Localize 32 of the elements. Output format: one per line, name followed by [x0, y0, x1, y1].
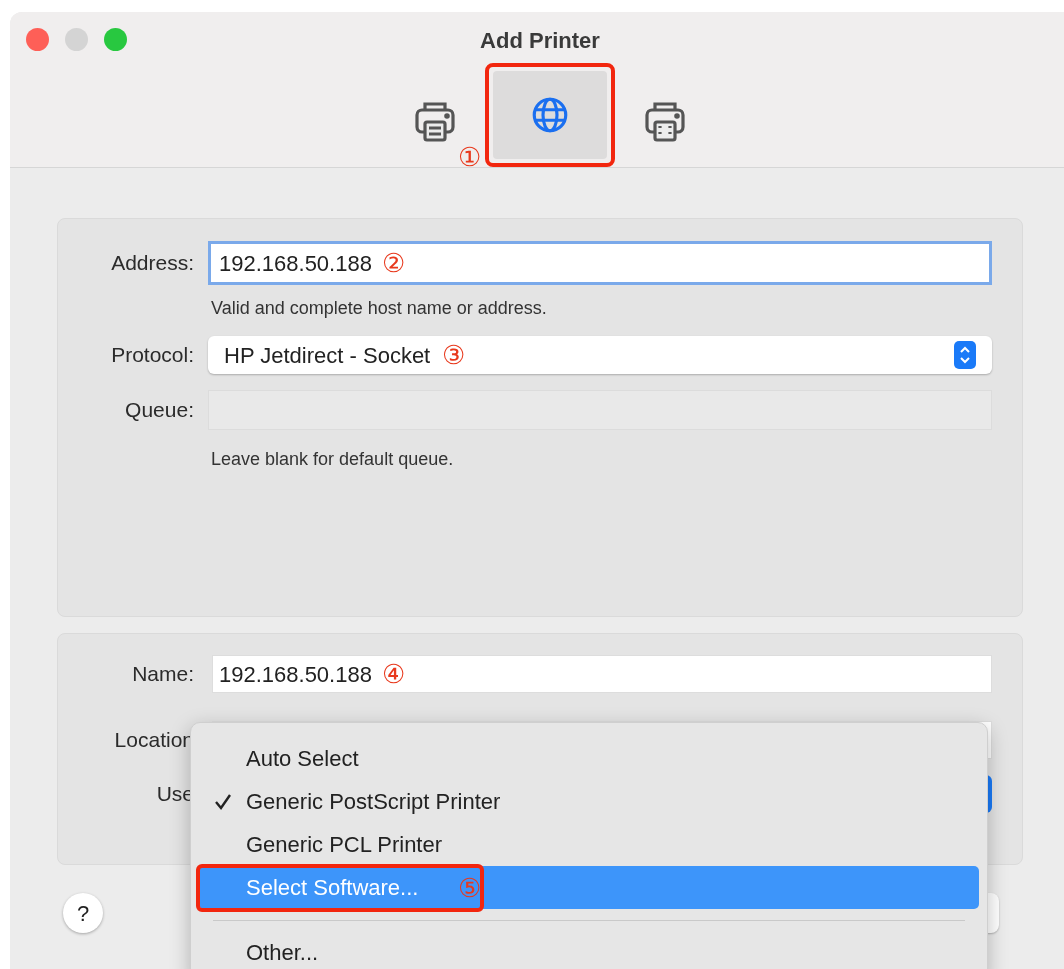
menu-label: Generic PCL Printer — [246, 831, 443, 859]
help-button[interactable]: ? — [63, 893, 103, 933]
menu-item[interactable]: Other... — [199, 931, 979, 969]
protocol-select[interactable]: HP Jetdirect - Socket ③ — [208, 336, 992, 374]
hint-text: Leave blank for default queue. — [211, 448, 455, 471]
name-field[interactable]: 192.168.50.188 ④ — [212, 655, 992, 693]
close-button[interactable] — [26, 28, 49, 51]
zoom-button[interactable] — [104, 28, 127, 51]
menu-item[interactable]: Generic PCL Printer — [199, 823, 979, 866]
menu-label: Other... — [246, 939, 319, 967]
field-value: 192.168.50.188 — [219, 249, 372, 278]
menu-label: Select Software... — [246, 874, 419, 902]
annotation-number: ④ — [381, 661, 405, 687]
annotation-number: ⑤ — [458, 874, 482, 901]
stepper-icon — [954, 341, 976, 369]
toolbar-tab[interactable] — [485, 63, 615, 167]
field-value: 192.168.50.188 — [219, 660, 372, 689]
menu-label: Auto Select — [246, 745, 359, 773]
menu-item[interactable]: Generic PostScript Printer — [199, 780, 979, 823]
annotation-number: ③ — [442, 342, 466, 368]
menu-label: Generic PostScript Printer — [246, 788, 501, 816]
annotation-number: ② — [381, 250, 405, 276]
address-field[interactable]: 192.168.50.188 ② — [208, 241, 992, 285]
window-title: Add Printer — [480, 27, 600, 55]
select-value: HP Jetdirect - Socket — [224, 341, 431, 370]
field-label: Address: — [111, 250, 194, 277]
hint-text: Valid and complete host name or address. — [211, 297, 548, 320]
menu-item[interactable]: Auto Select — [199, 737, 979, 780]
annotation-number: ① — [458, 142, 481, 172]
field-label: Queue: — [125, 397, 194, 424]
field-label: Name: — [132, 661, 194, 688]
field-label: Protocol: — [111, 342, 194, 369]
